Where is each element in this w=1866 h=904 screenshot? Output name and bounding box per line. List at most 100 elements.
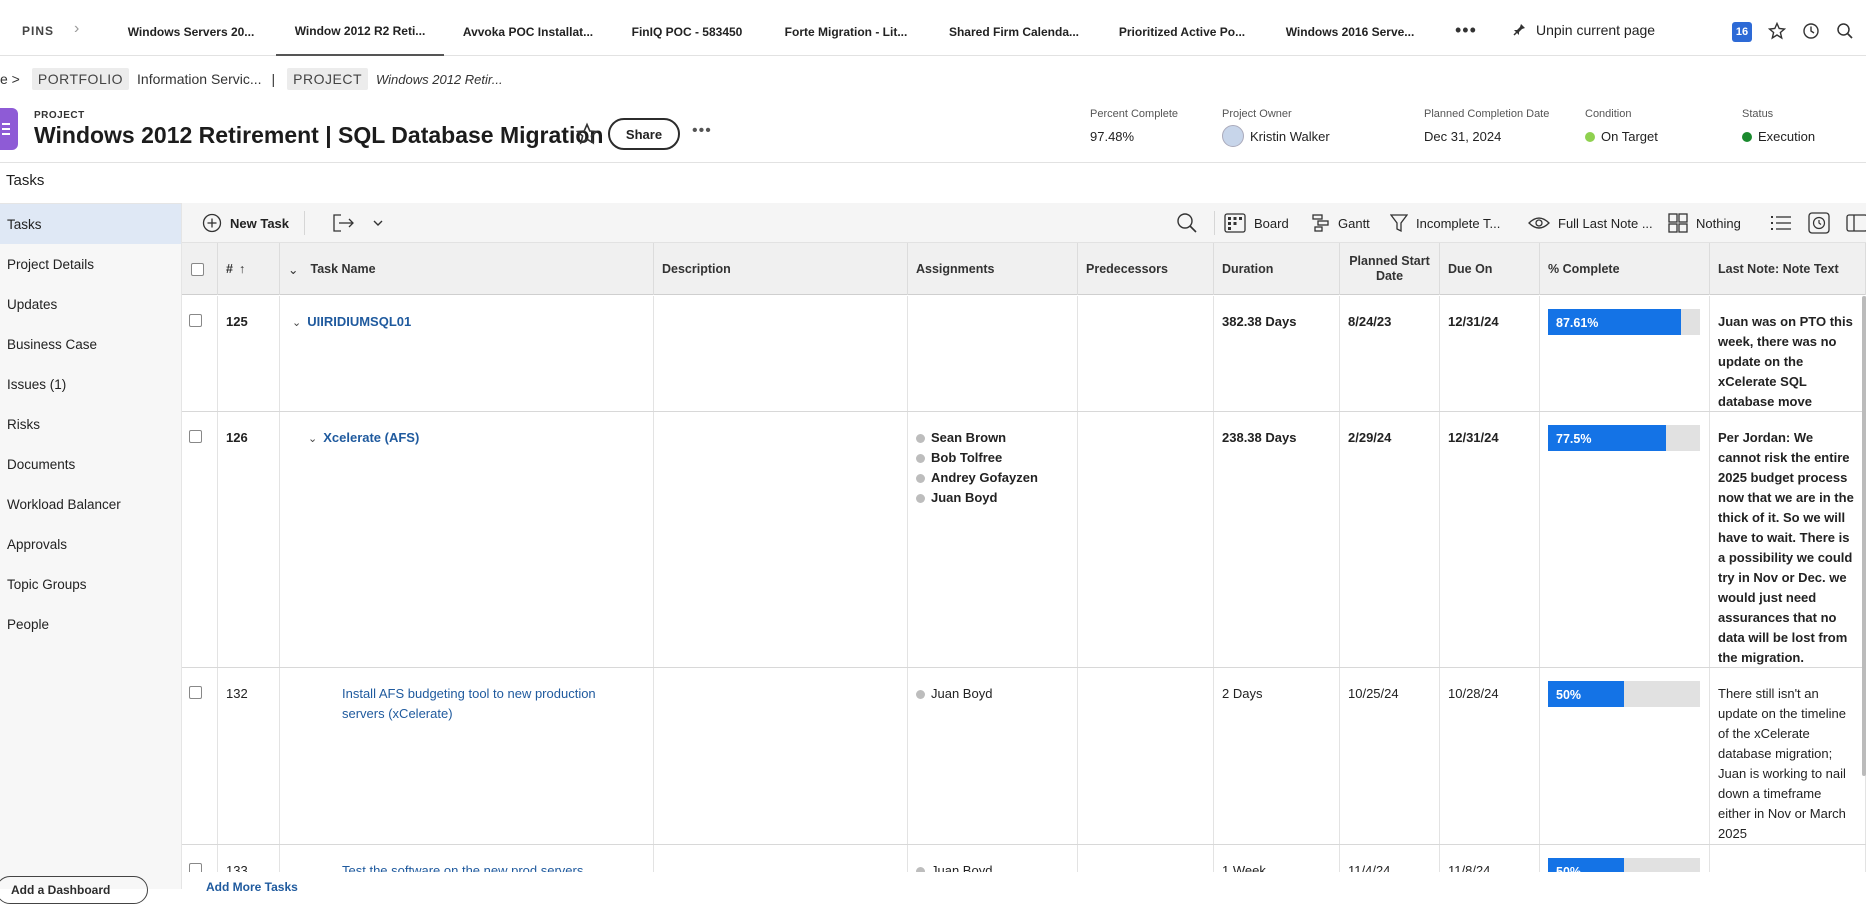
- sidebar-item-issues[interactable]: Issues (1): [0, 364, 181, 404]
- add-dashboard-button[interactable]: Add a Dashboard: [0, 876, 148, 904]
- breadcrumb-prefix[interactable]: e >: [0, 71, 20, 87]
- sidebar-item-updates[interactable]: Updates: [0, 284, 181, 324]
- planned-start-cell[interactable]: 2/29/24: [1340, 412, 1440, 667]
- sidebar-item-people[interactable]: People: [0, 604, 181, 644]
- vertical-scrollbar[interactable]: [1862, 296, 1866, 776]
- select-all-checkbox[interactable]: [191, 262, 204, 276]
- pins-chevron-icon[interactable]: ›: [74, 20, 79, 38]
- column-header-duration[interactable]: Duration: [1214, 243, 1340, 295]
- column-header-due-on[interactable]: Due On: [1440, 243, 1540, 295]
- predecessors-cell[interactable]: [1078, 668, 1214, 844]
- grid-search-icon[interactable]: [1176, 203, 1198, 243]
- project-more-button[interactable]: •••: [692, 122, 712, 140]
- sidebar-item-business-case[interactable]: Business Case: [0, 324, 181, 364]
- last-note-cell[interactable]: There still isn't an update on the timel…: [1710, 668, 1866, 844]
- column-header-description[interactable]: Description: [654, 243, 908, 295]
- pin-tab[interactable]: FinIQ POC - 583450: [612, 8, 762, 56]
- assignments-cell[interactable]: [908, 296, 1078, 411]
- sidebar-item-risks[interactable]: Risks: [0, 404, 181, 444]
- pin-tab[interactable]: Avvoka POC Installat...: [444, 8, 612, 56]
- history-icon[interactable]: [1800, 20, 1822, 42]
- due-on-cell[interactable]: 10/28/24: [1440, 668, 1540, 844]
- planned-start-cell[interactable]: 10/25/24: [1340, 668, 1440, 844]
- board-view-button[interactable]: Board: [1224, 203, 1289, 243]
- pin-tab[interactable]: Windows 2016 Serve...: [1266, 8, 1434, 56]
- predecessors-cell[interactable]: [1078, 296, 1214, 411]
- assignee[interactable]: Bob Tolfree: [916, 448, 1069, 468]
- more-pins-button[interactable]: •••: [1455, 20, 1477, 41]
- predecessors-cell[interactable]: [1078, 412, 1214, 667]
- sidebar-item-tasks[interactable]: Tasks: [0, 204, 181, 244]
- collapse-chevron-icon[interactable]: ⌄: [308, 429, 317, 449]
- planned-start-cell[interactable]: 8/24/23: [1340, 296, 1440, 411]
- project-link[interactable]: Windows 2012 Retir...: [376, 72, 503, 87]
- export-dropdown-chevron-icon[interactable]: [372, 203, 384, 243]
- row-checkbox[interactable]: [189, 430, 202, 443]
- sidebar-item-documents[interactable]: Documents: [0, 444, 181, 484]
- notification-badge[interactable]: 16: [1732, 22, 1752, 42]
- column-header-task-name[interactable]: ⌄ Task Name: [280, 243, 654, 295]
- add-more-tasks-link[interactable]: Add More Tasks: [206, 880, 298, 894]
- percent-complete-cell[interactable]: 50%: [1540, 668, 1710, 844]
- percent-complete-cell[interactable]: 77.5%: [1540, 412, 1710, 667]
- search-icon[interactable]: [1834, 20, 1856, 42]
- assignee[interactable]: Juan Boyd: [916, 684, 1069, 704]
- status-value[interactable]: Execution: [1742, 129, 1815, 144]
- gantt-view-button[interactable]: Gantt: [1312, 203, 1370, 243]
- unpin-button[interactable]: Unpin current page: [1512, 22, 1655, 38]
- duration-cell[interactable]: 238.38 Days: [1214, 412, 1340, 667]
- description-cell[interactable]: [654, 412, 908, 667]
- table-row[interactable]: 125 ⌄ UIIRIDIUMSQL01 382.38 Days 8/24/23 …: [182, 296, 1866, 412]
- share-button[interactable]: Share: [608, 118, 680, 150]
- table-row[interactable]: 132 Install AFS budgeting tool to new pr…: [182, 668, 1866, 845]
- column-header-last-note[interactable]: Last Note: Note Text: [1710, 243, 1866, 295]
- last-note-cell[interactable]: Juan was on PTO this week, there was no …: [1710, 296, 1866, 411]
- assignments-cell[interactable]: Sean Brown Bob Tolfree Andrey Gofayzen J…: [908, 412, 1078, 667]
- pin-tab[interactable]: Forte Migration - Lit...: [762, 8, 930, 56]
- export-button[interactable]: [332, 203, 356, 243]
- sidebar-item-topic-groups[interactable]: Topic Groups: [0, 564, 181, 604]
- task-name-link[interactable]: UIIRIDIUMSQL01: [307, 314, 411, 329]
- star-icon[interactable]: [1766, 20, 1788, 42]
- percent-complete-cell[interactable]: 87.61%: [1540, 296, 1710, 411]
- assignee[interactable]: Juan Boyd: [916, 488, 1069, 508]
- column-header-predecessors[interactable]: Predecessors: [1078, 243, 1214, 295]
- collapse-all-chevron-icon[interactable]: ⌄: [288, 262, 298, 277]
- sidebar-item-approvals[interactable]: Approvals: [0, 524, 181, 564]
- sidebar-item-project-details[interactable]: Project Details: [0, 244, 181, 284]
- condition-value[interactable]: On Target: [1585, 129, 1658, 144]
- assignments-cell[interactable]: Juan Boyd: [908, 668, 1078, 844]
- description-cell[interactable]: [654, 668, 908, 844]
- task-name-link[interactable]: Xcelerate (AFS): [323, 430, 419, 445]
- favorite-star-icon[interactable]: [575, 122, 599, 146]
- new-task-button[interactable]: New Task: [202, 203, 289, 243]
- task-name-link[interactable]: Install AFS budgeting tool to new produc…: [342, 686, 596, 721]
- row-checkbox[interactable]: [189, 686, 202, 699]
- pin-tab[interactable]: Windows Servers 20...: [112, 8, 270, 56]
- list-settings-icon[interactable]: [1770, 203, 1792, 243]
- pin-tab[interactable]: Prioritized Active Po...: [1098, 8, 1266, 56]
- collapse-chevron-icon[interactable]: ⌄: [292, 313, 301, 333]
- pin-tab-active[interactable]: Window 2012 R2 Reti...: [276, 8, 444, 56]
- duration-cell[interactable]: 2 Days: [1214, 668, 1340, 844]
- panel-toggle-icon[interactable]: [1846, 203, 1866, 243]
- timeline-history-icon[interactable]: [1808, 203, 1830, 243]
- due-on-cell[interactable]: 12/31/24: [1440, 412, 1540, 667]
- description-cell[interactable]: [654, 296, 908, 411]
- view-button[interactable]: Full Last Note ...: [1528, 203, 1653, 243]
- portfolio-link[interactable]: Information Servic...: [137, 71, 262, 87]
- row-checkbox[interactable]: [189, 314, 202, 327]
- column-header-planned-start[interactable]: Planned Start Date: [1340, 243, 1440, 295]
- pin-tab[interactable]: Shared Firm Calenda...: [930, 8, 1098, 56]
- column-header-number[interactable]: # ↑: [218, 243, 280, 295]
- due-on-cell[interactable]: 12/31/24: [1440, 296, 1540, 411]
- table-row[interactable]: 126 ⌄ Xcelerate (AFS) Sean Brown Bob Tolf…: [182, 412, 1866, 668]
- grouping-button[interactable]: Nothing: [1668, 203, 1741, 243]
- project-owner-value[interactable]: Kristin Walker: [1222, 125, 1330, 147]
- assignee[interactable]: Sean Brown: [916, 428, 1069, 448]
- sidebar-item-workload-balancer[interactable]: Workload Balancer: [0, 484, 181, 524]
- column-header-percent-complete[interactable]: % Complete: [1540, 243, 1710, 295]
- column-header-assignments[interactable]: Assignments: [908, 243, 1078, 295]
- assignee[interactable]: Andrey Gofayzen: [916, 468, 1069, 488]
- last-note-cell[interactable]: Per Jordan: We cannot risk the entire 20…: [1710, 412, 1866, 667]
